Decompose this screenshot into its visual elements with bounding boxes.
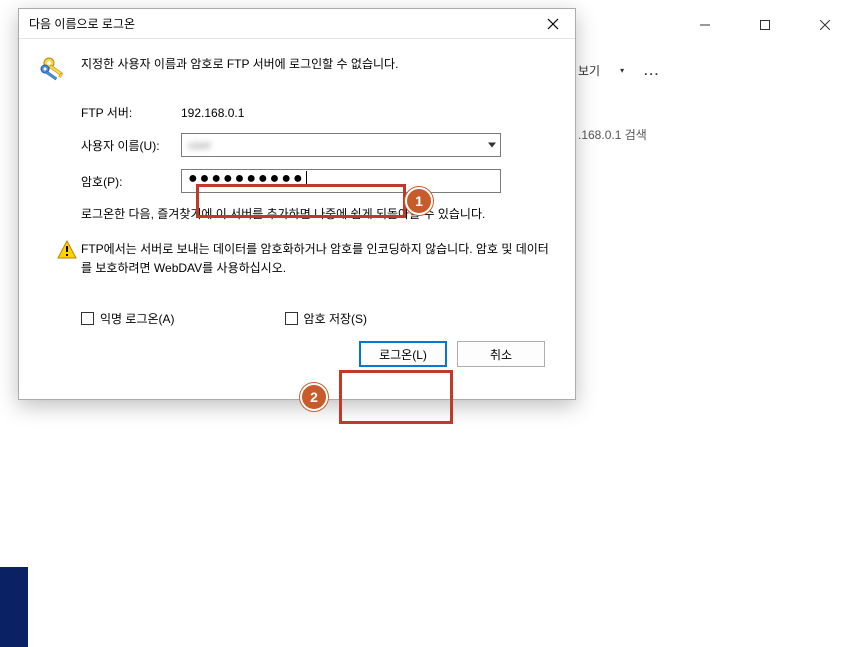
logon-dialog: 다음 이름으로 로그온 — [18, 8, 576, 400]
username-combobox[interactable]: user — [181, 133, 501, 157]
background-search-hint: .168.0.1 검색 — [578, 126, 647, 143]
background-toolbar: 보기 ▾ ... — [578, 62, 660, 79]
checkbox-box — [285, 312, 298, 325]
minimize-button[interactable] — [685, 10, 725, 40]
text-caret — [306, 171, 307, 187]
cancel-button[interactable]: 취소 — [457, 341, 545, 367]
dialog-titlebar: 다음 이름으로 로그온 — [19, 9, 575, 39]
username-label: 사용자 이름(U): — [81, 137, 181, 154]
password-label: 암호(P): — [81, 173, 181, 190]
anonymous-logon-label: 익명 로그온(A) — [100, 310, 175, 327]
login-button[interactable]: 로그온(L) — [359, 341, 447, 367]
error-message: 지정한 사용자 이름과 암호로 FTP 서버에 로그인할 수 없습니다. — [81, 55, 555, 73]
username-value: user — [188, 138, 211, 152]
checkbox-box — [81, 312, 94, 325]
taskbar-fragment — [0, 567, 28, 647]
close-window-button[interactable] — [805, 10, 845, 40]
password-input[interactable]: ●●●●●●●●●● — [181, 169, 501, 193]
keys-icon — [39, 76, 71, 90]
ftp-server-value: 192.168.0.1 — [181, 106, 244, 120]
view-menu-label[interactable]: 보기 — [578, 62, 600, 79]
password-value: ●●●●●●●●●● — [188, 170, 305, 188]
anonymous-logon-checkbox[interactable]: 익명 로그온(A) — [81, 310, 175, 327]
dialog-close-button[interactable] — [537, 13, 569, 35]
ftp-server-label: FTP 서버: — [81, 104, 181, 121]
save-password-label: 암호 저장(S) — [304, 310, 368, 327]
maximize-button[interactable] — [745, 10, 785, 40]
dialog-title: 다음 이름으로 로그온 — [29, 15, 135, 32]
annotation-badge-2: 2 — [300, 383, 328, 411]
save-password-checkbox[interactable]: 암호 저장(S) — [285, 310, 368, 327]
annotation-badge-1: 1 — [405, 187, 433, 215]
webdav-warning-text: FTP에서는 서버로 보내는 데이터를 암호화하거나 암호를 인코딩하지 않습니… — [81, 240, 555, 278]
favorites-info-text: 로그온한 다음, 즐겨찾기에 이 서버를 추가하면 나중에 쉽게 되돌아올 수 … — [81, 205, 555, 222]
dialog-body: 지정한 사용자 이름과 암호로 FTP 서버에 로그인할 수 없습니다. FTP… — [19, 39, 575, 399]
window-controls — [685, 10, 845, 40]
chevron-down-icon: ▾ — [620, 66, 624, 75]
chevron-down-icon — [488, 143, 496, 148]
warning-icon — [57, 240, 81, 263]
more-menu[interactable]: ... — [644, 64, 660, 78]
